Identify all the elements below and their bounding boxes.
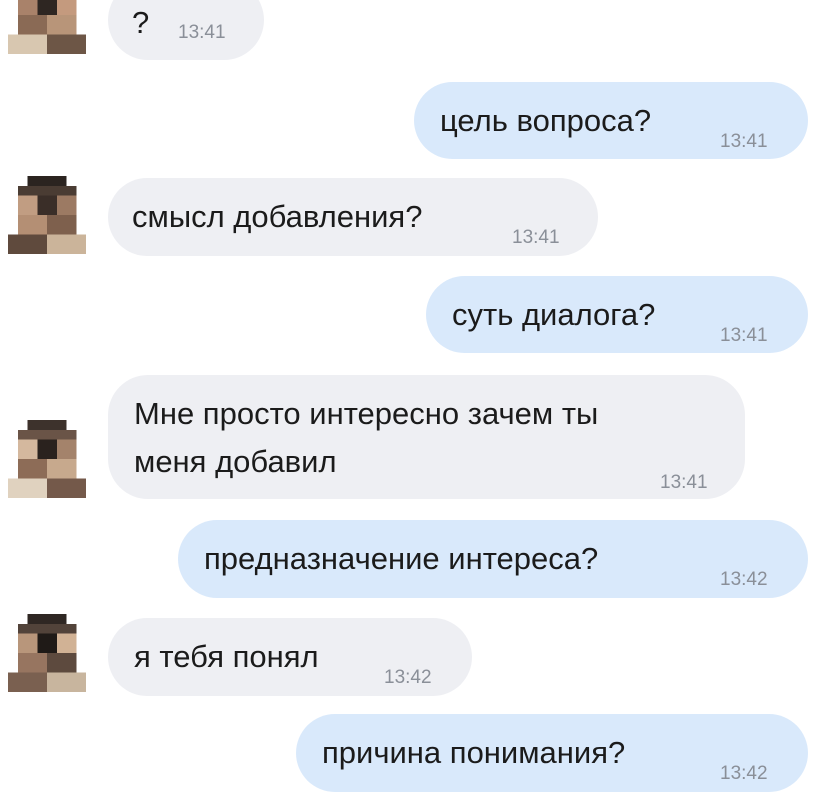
sender-avatar[interactable] [8,420,86,498]
message-bubble-outgoing[interactable]: предназначение интереса? 13:42 [178,520,808,598]
message-bubble-outgoing[interactable]: суть диалога? 13:41 [426,276,808,353]
message-time: 13:42 [384,667,432,688]
message-time: 13:41 [660,472,708,493]
sender-avatar[interactable] [8,176,86,254]
message-bubble-outgoing[interactable]: цель вопроса? 13:41 [414,82,808,159]
message-time: 13:41 [178,22,226,43]
message-bubble-incoming[interactable]: ? 13:41 [108,0,264,60]
message-text: смысл добавления? [132,199,423,234]
message-text: суть диалога? [452,297,656,332]
message-time: 13:41 [512,227,560,248]
message-text: я тебя понял [134,639,319,674]
sender-avatar[interactable] [8,0,86,54]
message-bubble-incoming[interactable]: смысл добавления? 13:41 [108,178,598,256]
message-text: причина понимания? [322,735,626,770]
pixelated-avatar-icon [8,420,86,498]
message-text: цель вопроса? [440,103,652,138]
message-bubble-outgoing[interactable]: причина понимания? 13:42 [296,714,808,792]
pixelated-avatar-icon [8,614,86,692]
message-time: 13:41 [720,325,768,346]
message-text: предназначение интереса? [204,541,599,576]
message-bubble-incoming[interactable]: Мне просто интересно зачем ты меня добав… [108,375,745,499]
message-text-line: Мне просто интересно зачем ты [134,396,599,431]
message-text-line: меня добавил [134,444,337,479]
message-time: 13:42 [720,569,768,590]
sender-avatar[interactable] [8,614,86,692]
pixelated-avatar-icon [8,176,86,254]
message-time: 13:41 [720,131,768,152]
pixelated-avatar-icon [8,0,86,54]
message-bubble-incoming[interactable]: я тебя понял 13:42 [108,618,472,696]
message-text: ? [132,5,150,40]
message-time: 13:42 [720,763,768,784]
